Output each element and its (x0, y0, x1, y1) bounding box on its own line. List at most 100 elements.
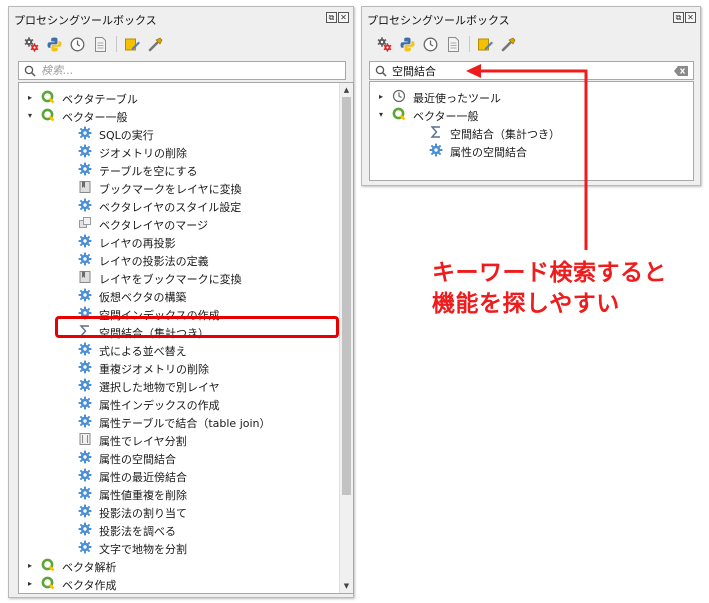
right-titlebar: プロセシングツールボックス ⧉ ✕ (362, 7, 700, 29)
gear-icon (78, 504, 92, 518)
tree-item-label: 属性の空間結合 (99, 453, 176, 466)
qgis-group-icon (41, 90, 55, 104)
tree-item-label: 選択した地物で別レイヤ (99, 381, 220, 394)
tree-group-row[interactable]: ▸ ベクタ解析 (19, 556, 353, 574)
toolbar-separator (469, 36, 470, 52)
tree-algorithm-row[interactable]: 重複ジオメトリの削除 (19, 358, 353, 376)
options-icon[interactable] (500, 36, 517, 53)
tree-item-label: レイヤをブックマークに変換 (99, 273, 242, 286)
tree-algorithm-row[interactable]: レイヤをブックマークに変換 (19, 268, 353, 286)
toolbar-separator (116, 36, 117, 52)
tree-algorithm-row[interactable]: ベクタレイヤのスタイル設定 (19, 196, 353, 214)
models-icon[interactable] (376, 36, 393, 53)
close-button[interactable]: ✕ (685, 12, 696, 23)
tree-item-label: 最近使ったツール (413, 92, 501, 105)
gear-icon (78, 540, 92, 554)
tree-algorithm-row[interactable]: 投影法を調べる (19, 520, 353, 538)
bookmark-icon (78, 270, 92, 284)
gear-icon (78, 378, 92, 392)
tree-algorithm-row[interactable]: テーブルを空にする (19, 160, 353, 178)
annotation-text: キーワード検索すると 機能を探しやすい (432, 258, 667, 320)
tree-item-label: 投影法を調べる (99, 525, 176, 538)
history-icon[interactable] (69, 36, 86, 53)
tree-algorithm-row[interactable]: 式による並べ替え (19, 340, 353, 358)
tree-algorithm-row[interactable]: 仮想ベクタの構築 (19, 286, 353, 304)
clear-search-icon[interactable] (674, 66, 688, 76)
gear-icon (78, 162, 92, 176)
tree-algorithm-row[interactable]: ベクタレイヤのマージ (19, 214, 353, 232)
collapse-arrow-icon[interactable]: ▸ (25, 574, 35, 592)
tree-algorithm-row[interactable]: 属性でレイヤ分割 (19, 430, 353, 448)
search-input[interactable] (392, 63, 592, 78)
gear-icon (78, 486, 92, 500)
tree-item-label: ベクター一般 (413, 110, 479, 123)
tree-group-row[interactable]: ▸ ベクタ作成 (19, 574, 353, 592)
sigma-icon (429, 125, 443, 139)
history-icon[interactable] (422, 36, 439, 53)
tree-item-label: 属性値重複を削除 (99, 489, 187, 502)
tree-algorithm-row[interactable]: 属性の空間結合 (370, 141, 693, 159)
tree-item-label: 属性テーブルで結合（table join） (99, 417, 271, 430)
clock-icon (392, 89, 406, 103)
results-icon[interactable] (445, 36, 462, 53)
left-search-field[interactable] (18, 61, 346, 80)
tree-algorithm-row[interactable]: SQLの実行 (19, 124, 353, 142)
tree-item-label: ベクタテーブル (62, 93, 138, 106)
gear-icon (78, 342, 92, 356)
python-icon[interactable] (46, 36, 63, 53)
right-search-field[interactable] (369, 61, 694, 80)
gear-icon (78, 450, 92, 464)
qgis-group-icon (41, 576, 55, 590)
options-icon[interactable] (147, 36, 164, 53)
tree-algorithm-row[interactable]: ジオメトリの削除 (19, 142, 353, 160)
search-icon (24, 65, 36, 77)
tree-algorithm-row[interactable]: ブックマークをレイヤに変換 (19, 178, 353, 196)
tree-item-label: レイヤの再投影 (99, 237, 176, 250)
results-icon[interactable] (92, 36, 109, 53)
tree-group-row[interactable]: ▸ 最近使ったツール (370, 87, 693, 105)
tree-algorithm-row[interactable]: 属性値重複を削除 (19, 484, 353, 502)
models-icon[interactable] (23, 36, 40, 53)
left-toolbar (23, 34, 164, 54)
window-buttons: ⧉ ✕ (673, 12, 696, 23)
tree-item-label: 属性の最近傍結合 (99, 471, 187, 484)
tree-algorithm-row[interactable]: 属性インデックスの作成 (19, 394, 353, 412)
expand-arrow-icon[interactable]: ▾ (25, 106, 35, 124)
split-icon (78, 432, 92, 446)
tree-algorithm-row[interactable]: レイヤの投影法の定義 (19, 250, 353, 268)
right-processing-toolbox-panel: プロセシングツールボックス ⧉ ✕ ▸ 最近使ったツール ▾ ベクター一般空間結合（集… (361, 6, 701, 186)
collapse-arrow-icon[interactable]: ▸ (25, 88, 35, 106)
tree-group-row[interactable]: ▸ ベクタテーブル (19, 88, 353, 106)
tree-group-row[interactable]: ▾ ベクター一般 (370, 105, 693, 123)
qgis-group-icon (392, 107, 406, 121)
gear-icon (78, 468, 92, 482)
window-buttons: ⧉ ✕ (326, 12, 349, 23)
python-icon[interactable] (399, 36, 416, 53)
tree-algorithm-row[interactable]: 属性テーブルで結合（table join） (19, 412, 353, 430)
tree-item-label: 仮想ベクタの構築 (99, 291, 187, 304)
tree-item-label: レイヤの投影法の定義 (99, 255, 209, 268)
bookmark-icon (78, 180, 92, 194)
tree-item-label: ベクタ解析 (62, 561, 117, 574)
tree-item-label: ベクタレイヤのマージ (99, 219, 209, 232)
collapse-arrow-icon[interactable]: ▸ (376, 87, 386, 105)
tree-algorithm-row[interactable]: レイヤの再投影 (19, 232, 353, 250)
collapse-arrow-icon[interactable]: ▸ (25, 556, 35, 574)
tree-algorithm-row[interactable]: 属性の最近傍結合 (19, 466, 353, 484)
tree-item-label: 属性の空間結合 (450, 146, 527, 159)
tree-algorithm-row[interactable]: 空間結合（集計つき） (370, 123, 693, 141)
tree-algorithm-row[interactable]: 投影法の割り当て (19, 502, 353, 520)
tree-group-row[interactable]: ▾ ベクター一般 (19, 106, 353, 124)
edit-features-icon[interactable] (124, 36, 141, 53)
tree-algorithm-row[interactable]: 選択した地物で別レイヤ (19, 376, 353, 394)
edit-features-icon[interactable] (477, 36, 494, 53)
tree-item-label: 属性インデックスの作成 (99, 399, 220, 412)
tree-algorithm-row[interactable]: 属性の空間結合 (19, 448, 353, 466)
gear-icon (78, 414, 92, 428)
float-button[interactable]: ⧉ (326, 12, 337, 23)
expand-arrow-icon[interactable]: ▾ (376, 105, 386, 123)
float-button[interactable]: ⧉ (673, 12, 684, 23)
search-input[interactable] (41, 63, 241, 78)
close-button[interactable]: ✕ (338, 12, 349, 23)
tree-algorithm-row[interactable]: 文字で地物を分割 (19, 538, 353, 556)
